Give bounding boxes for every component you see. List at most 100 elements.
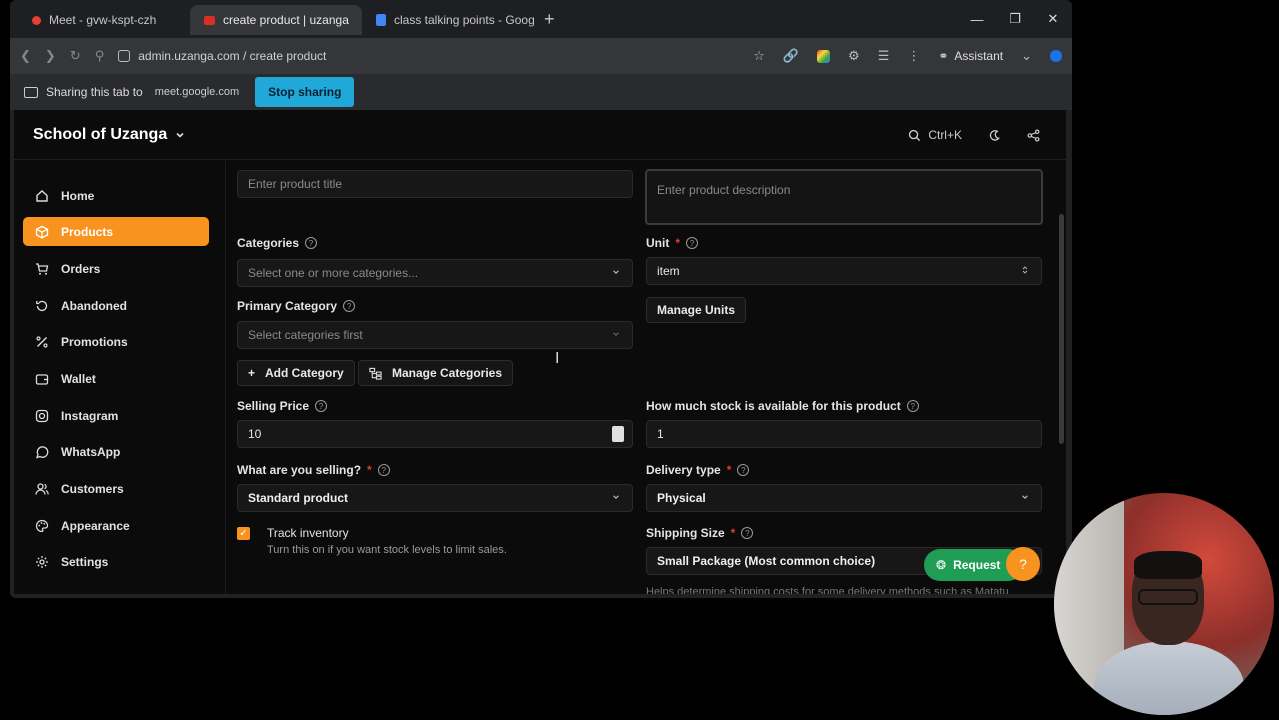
app-page: School of Uzanga Ctrl+K Home Products Or…	[14, 110, 1066, 594]
tab-create-product[interactable]: create product | uzanga	[190, 5, 362, 35]
assistant-button[interactable]: ⚭ Assistant	[938, 49, 1003, 63]
number-stepper[interactable]	[612, 426, 624, 442]
selling-price-label-text: Selling Price	[237, 399, 310, 413]
audio-icon[interactable]: ⋮	[907, 48, 920, 64]
help-icon[interactable]: ?	[737, 464, 750, 476]
track-inventory-checkbox[interactable]: ✓	[237, 527, 250, 540]
selling-type-label-text: What are you selling?	[237, 463, 362, 477]
help-icon[interactable]: ?	[686, 237, 698, 249]
microphone-icon[interactable]: ⚲	[95, 48, 105, 64]
sidebar-item-label: Home	[61, 188, 95, 203]
browser-window: Meet - gvw-kspt-czh create product | uza…	[10, 0, 1072, 598]
reading-list-icon[interactable]: ☰	[878, 48, 890, 64]
sidebar-item-whatsapp[interactable]: WhatsApp	[23, 437, 209, 466]
search-button[interactable]: Ctrl+K	[908, 128, 962, 142]
sharing-text: Sharing this tab to	[46, 85, 143, 99]
sidebar-item-orders[interactable]: Orders	[23, 254, 209, 283]
help-icon[interactable]: ?	[377, 464, 390, 476]
share-icon[interactable]	[1027, 129, 1040, 142]
store-name: School of Uzanga	[33, 125, 168, 143]
new-tab-icon[interactable]: +	[534, 9, 565, 30]
sidebar-item-label: Wallet	[61, 371, 96, 386]
bookmark-star-icon[interactable]: ☆	[753, 48, 765, 64]
sidebar-item-instagram[interactable]: Instagram	[23, 401, 209, 430]
stock-input[interactable]: 1	[646, 420, 1042, 448]
sidebar-item-promotions[interactable]: Promotions	[23, 327, 209, 356]
sharing-host: meet.google.com	[154, 86, 240, 98]
minimize-icon[interactable]: —	[958, 0, 996, 38]
assistant-label: Assistant	[954, 49, 1004, 63]
sidebar-item-products[interactable]: Products	[23, 217, 209, 246]
sidebar-item-label: Products	[61, 224, 114, 239]
primary-category-select[interactable]: Select categories first	[237, 321, 633, 349]
categories-select[interactable]: Select one or more categories...	[237, 259, 633, 287]
help-fab-button[interactable]: ?	[1006, 547, 1040, 581]
restore-icon[interactable]: ❐	[996, 0, 1034, 38]
unit-select[interactable]: item	[646, 257, 1042, 285]
required-marker: *	[726, 463, 732, 477]
close-icon[interactable]: ✕	[1034, 0, 1072, 38]
primary-category-label: Primary Category ?	[237, 299, 356, 313]
product-description-input[interactable]: Enter product description	[645, 169, 1043, 225]
manage-units-button[interactable]: Manage Units	[646, 297, 747, 323]
required-marker: *	[367, 463, 372, 477]
tree-icon	[369, 367, 382, 380]
tab-title: Meet - gvw-kspt-czh	[49, 13, 157, 27]
help-icon[interactable]: ?	[343, 300, 356, 312]
link-icon[interactable]: 🔗	[783, 48, 799, 64]
store-switcher[interactable]: School of Uzanga	[33, 126, 185, 144]
screen-share-icon	[24, 86, 38, 98]
tab-strip: Meet - gvw-kspt-czh create product | uza…	[10, 0, 1072, 38]
delivery-type-label: Delivery type * ?	[646, 463, 750, 477]
help-icon[interactable]: ?	[906, 400, 919, 412]
color-extension-icon[interactable]	[817, 49, 831, 63]
chevron-down-icon[interactable]: ⌄	[1021, 48, 1032, 64]
address-bar[interactable]: admin.uzanga.com / create product	[118, 49, 739, 63]
help-icon[interactable]: ?	[305, 237, 318, 249]
profile-avatar[interactable]	[1050, 50, 1062, 62]
moon-icon[interactable]	[988, 129, 1001, 142]
sidebar-item-settings[interactable]: Settings	[23, 547, 209, 576]
back-icon[interactable]: ❮	[20, 48, 31, 64]
unit-value: item	[657, 264, 680, 278]
product-title-input[interactable]: Enter product title	[237, 170, 633, 198]
toolbar-actions: ☆ 🔗 ⚙ ☰ ⋮ ⚭ Assistant ⌄	[753, 48, 1062, 64]
chevron-down-icon	[613, 332, 619, 337]
sidebar-item-appearance[interactable]: Appearance	[23, 511, 209, 540]
sidebar-item-abandoned[interactable]: Abandoned	[23, 291, 209, 320]
site-info-icon[interactable]	[118, 50, 131, 62]
chevron-down-icon	[1022, 495, 1028, 500]
sidebar-item-wallet[interactable]: Wallet	[23, 364, 209, 393]
tab-docs[interactable]: class talking points - Goog	[362, 5, 534, 35]
tab-meet[interactable]: Meet - gvw-kspt-czh	[18, 5, 190, 35]
reload-icon[interactable]: ↻	[70, 48, 81, 64]
categories-placeholder: Select one or more categories...	[248, 266, 419, 280]
sidebar-item-label: Customers	[61, 481, 124, 496]
gear-icon	[36, 555, 48, 568]
presenter-glasses	[1138, 589, 1198, 605]
categories-label: Categories ?	[237, 236, 318, 250]
sidebar-item-home[interactable]: Home	[23, 181, 209, 210]
help-icon[interactable]: ?	[315, 400, 328, 412]
header-actions: Ctrl+K	[908, 110, 1040, 160]
stop-sharing-button[interactable]: Stop sharing	[255, 77, 355, 107]
history-icon	[36, 300, 48, 311]
forward-icon[interactable]: ❯	[45, 48, 56, 64]
selling-type-select[interactable]: Standard product	[237, 484, 633, 512]
manage-categories-button[interactable]: Manage Categories	[358, 360, 514, 386]
sidebar-item-customers[interactable]: Customers	[23, 474, 209, 503]
help-icon[interactable]: ?	[741, 527, 754, 539]
percent-icon	[36, 335, 48, 348]
sidebar-item-label: Instagram	[61, 408, 119, 423]
help-icon: ?	[1019, 556, 1027, 572]
page-scrollbar[interactable]	[1059, 214, 1064, 444]
extensions-icon[interactable]: ⚙	[848, 48, 860, 64]
shipping-size-help: Helps determine shipping costs for some …	[646, 586, 1009, 594]
request-label: Request	[953, 558, 1001, 572]
sidebar-item-label: Orders	[61, 261, 101, 276]
delivery-type-select[interactable]: Physical	[646, 484, 1042, 512]
chevron-down-icon	[613, 495, 619, 500]
selling-price-input[interactable]: 10	[237, 420, 633, 448]
add-category-button[interactable]: + Add Category	[237, 360, 355, 386]
palette-icon	[35, 519, 49, 532]
